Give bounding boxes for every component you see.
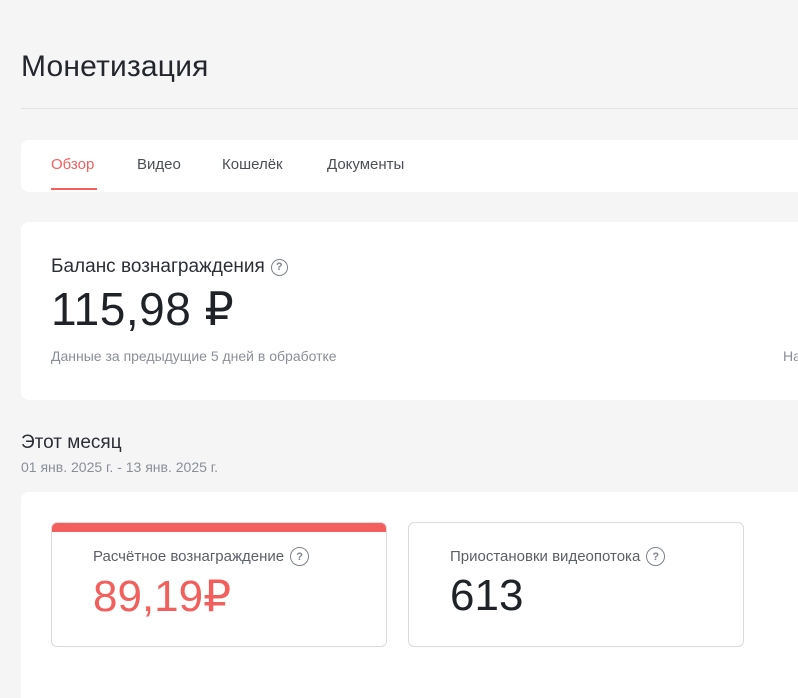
stats-card: Расчётное вознаграждение ? 89,19₽ Приост… xyxy=(21,492,798,698)
stream-pauses-label-text: Приостановки видеопотока xyxy=(450,548,641,565)
month-title: Этот месяц xyxy=(21,432,122,453)
estimated-reward-tile[interactable]: Расчётное вознаграждение ? 89,19₽ xyxy=(51,522,387,647)
active-tab-underline xyxy=(51,188,97,190)
stream-pauses-tile[interactable]: Приостановки видеопотока ? 613 xyxy=(408,522,744,647)
tab-documents[interactable]: Документы xyxy=(327,156,404,173)
balance-label: Баланс вознаграждения ? xyxy=(51,256,288,278)
help-icon[interactable]: ? xyxy=(290,547,310,566)
estimated-reward-label-text: Расчётное вознаграждение xyxy=(93,548,285,565)
tab-video[interactable]: Видео xyxy=(137,156,181,173)
estimated-reward-label: Расчётное вознаграждение ? xyxy=(93,547,310,566)
stream-pauses-value: 613 xyxy=(450,571,524,620)
help-icon[interactable]: ? xyxy=(646,547,666,566)
page-title: Монетизация xyxy=(21,50,209,83)
tab-wallet[interactable]: Кошелёк xyxy=(222,156,283,173)
help-icon[interactable]: ? xyxy=(270,258,288,276)
balance-label-text: Баланс вознаграждения xyxy=(51,256,265,277)
tab-overview[interactable]: Обзор xyxy=(51,156,94,173)
balance-value: 115,98 ₽ xyxy=(51,283,235,335)
estimated-reward-value: 89,19₽ xyxy=(93,572,232,621)
stream-pauses-label: Приостановки видеопотока ? xyxy=(450,547,666,566)
balance-note: Данные за предыдущие 5 дней в обработке xyxy=(51,348,337,364)
tabs-bar: Обзор Видео Кошелёк Документы xyxy=(21,140,798,192)
month-date-range: 01 янв. 2025 г. - 13 янв. 2025 г. xyxy=(21,459,219,475)
balance-card: Баланс вознаграждения ? 115,98 ₽ Данные … xyxy=(21,222,798,400)
title-divider xyxy=(21,108,798,109)
balance-right-link[interactable]: На xyxy=(783,348,798,364)
